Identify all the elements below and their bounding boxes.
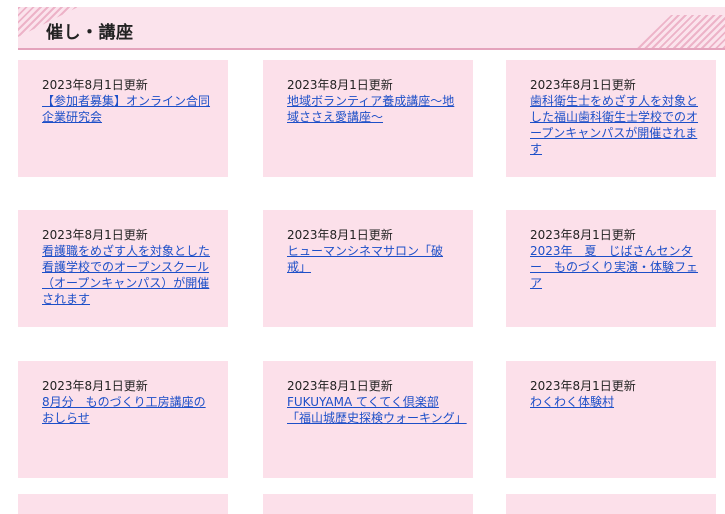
event-card-partial xyxy=(263,494,473,514)
card-date: 2023年8月1日更新 xyxy=(530,78,636,92)
card-link[interactable]: 地域ボランティア養成講座～地域ささえ愛講座～ xyxy=(287,93,461,125)
event-card-partial xyxy=(506,494,716,514)
card-date: 2023年8月1日更新 xyxy=(42,228,148,242)
card-date: 2023年8月1日更新 xyxy=(42,78,148,92)
card-date: 2023年8月1日更新 xyxy=(530,228,636,242)
event-card-partial xyxy=(18,494,228,514)
card-link[interactable]: 【参加者募集】オンライン合同企業研究会 xyxy=(42,93,216,125)
section-title: 催し・講座 xyxy=(46,23,134,43)
event-card: 2023年8月1日更新 看護職をめざす人を対象とした看護学校でのオープンスクール… xyxy=(18,210,228,327)
event-card: 2023年8月1日更新 歯科衛生士をめざす人を対象とした福山歯科衛生士学校でのオ… xyxy=(506,60,716,177)
card-link[interactable]: ヒューマンシネマサロン「破戒」 xyxy=(287,243,461,275)
card-link[interactable]: FUKUYAMA てくてく倶楽部「福山城歴史探検ウォーキング」 xyxy=(287,394,467,426)
card-date: 2023年8月1日更新 xyxy=(530,379,636,393)
event-card: 2023年8月1日更新 8月分 ものづくり工房講座のおしらせ xyxy=(18,361,228,478)
event-card: 2023年8月1日更新 ヒューマンシネマサロン「破戒」 xyxy=(263,210,473,327)
card-link[interactable]: 2023年 夏 じばさんセンター ものづくり実演・体験フェア xyxy=(530,243,704,291)
card-link[interactable]: 歯科衛生士をめざす人を対象とした福山歯科衛生士学校でのオープンキャンパスが開催さ… xyxy=(530,93,704,157)
card-link[interactable]: 8月分 ものづくり工房講座のおしらせ xyxy=(42,394,216,426)
card-link[interactable]: わくわく体験村 xyxy=(530,394,704,410)
event-card: 2023年8月1日更新 【参加者募集】オンライン合同企業研究会 xyxy=(18,60,228,177)
event-card: 2023年8月1日更新 わくわく体験村 xyxy=(506,361,716,478)
card-date: 2023年8月1日更新 xyxy=(42,379,148,393)
event-card: 2023年8月1日更新 地域ボランティア養成講座～地域ささえ愛講座～ xyxy=(263,60,473,177)
event-card: 2023年8月1日更新 2023年 夏 じばさんセンター ものづくり実演・体験フ… xyxy=(506,210,716,327)
event-card: 2023年8月1日更新 FUKUYAMA てくてく倶楽部「福山城歴史探検ウォーキ… xyxy=(263,361,473,478)
card-link[interactable]: 看護職をめざす人を対象とした看護学校でのオープンスクール（オープンキャンパス）が… xyxy=(42,243,216,307)
card-date: 2023年8月1日更新 xyxy=(287,78,393,92)
header-decoration-right xyxy=(635,15,725,48)
card-date: 2023年8月1日更新 xyxy=(287,379,393,393)
section-header: 催し・講座 xyxy=(18,7,725,50)
card-date: 2023年8月1日更新 xyxy=(287,228,393,242)
